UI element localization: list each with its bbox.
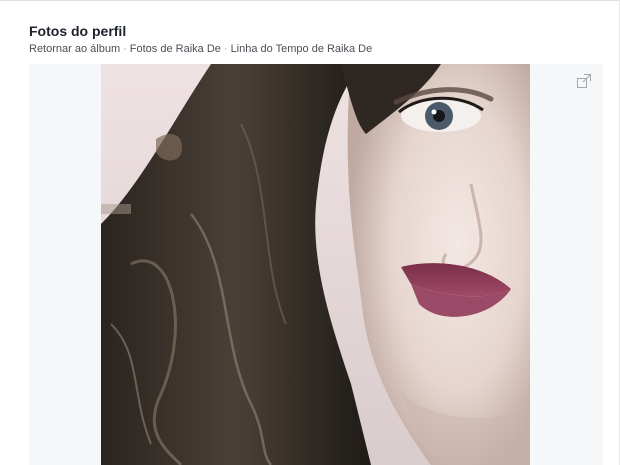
breadcrumb-link-photos[interactable]: Fotos de Raika De [130, 43, 221, 55]
breadcrumb-link-album[interactable]: Retornar ao álbum [29, 43, 120, 55]
breadcrumb-separator: · [123, 43, 127, 55]
photo-stage [29, 64, 603, 465]
top-border [0, 0, 620, 1]
breadcrumb: Retornar ao álbum · Fotos de Raika De · Linh… [29, 43, 372, 56]
expand-icon[interactable] [577, 74, 591, 88]
profile-photo[interactable] [101, 64, 530, 465]
breadcrumb-link-timeline[interactable]: Linha do Tempo de Raika De [231, 43, 373, 55]
page-title: Fotos do perfil [29, 23, 127, 39]
profile-photo-illustration [101, 64, 530, 465]
breadcrumb-separator: · [223, 43, 228, 55]
